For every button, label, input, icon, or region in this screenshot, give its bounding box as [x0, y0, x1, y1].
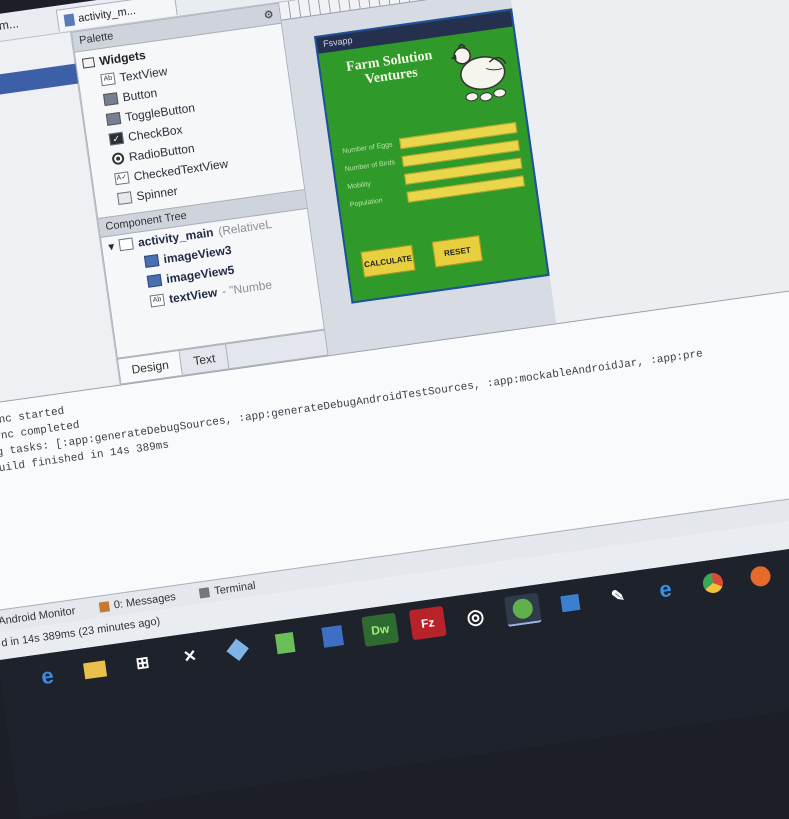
palette-title: Palette [78, 30, 115, 47]
android-studio-icon[interactable] [503, 592, 542, 627]
checkbox-icon: ✓ [108, 131, 125, 146]
dreamweaver-icon[interactable]: Dw [361, 612, 400, 647]
tools-icon[interactable]: ✕ [171, 639, 209, 673]
palette-item-label: Spinner [135, 183, 179, 204]
firefox-icon[interactable] [742, 559, 780, 593]
expand-arrow-icon[interactable]: ▾ [107, 239, 115, 254]
cube-icon[interactable] [219, 633, 257, 667]
button-icon [103, 92, 119, 107]
folder-icon [81, 57, 96, 69]
palette-item-label: Button [121, 85, 159, 105]
radiobutton-icon [111, 151, 125, 166]
screen-photo: Drivia - Farm... activity_m... Palette ⚙… [0, 0, 789, 819]
field-label: Population [349, 196, 384, 209]
textview-icon: Ab [100, 72, 116, 87]
android-studio-window: Drivia - Farm... activity_m... Palette ⚙… [0, 0, 789, 661]
terminal-icon [198, 586, 211, 599]
file-tab-label: activity_m... [77, 4, 137, 25]
app-icon[interactable] [314, 619, 352, 653]
image-icon [143, 254, 160, 268]
layout-icon [118, 237, 134, 252]
phone-preview[interactable]: Fsvapp Farm Solution Ventures Number of … [314, 8, 550, 304]
filezilla-icon[interactable]: Fz [408, 605, 447, 641]
target-icon[interactable]: ◎ [456, 599, 494, 633]
edge-icon[interactable]: e [29, 659, 67, 693]
field-label: Number of Birds [344, 158, 396, 173]
file-explorer-icon[interactable] [76, 653, 114, 687]
messages-icon [98, 600, 110, 613]
app-title: Farm Solution Ventures [345, 48, 434, 88]
field-label: Mobility [346, 180, 372, 191]
image-icon [146, 273, 163, 288]
tool-window-label: Terminal [213, 579, 257, 597]
togglebutton-icon [105, 111, 122, 126]
chrome-icon[interactable] [694, 566, 732, 600]
calculate-button[interactable]: CALCULATE [360, 244, 416, 278]
canvas-blank-area [509, 0, 789, 324]
checkedtextview-icon: A✓ [114, 171, 130, 186]
notepad-icon[interactable] [266, 626, 304, 660]
media-icon[interactable] [551, 586, 589, 620]
reset-button[interactable]: RESET [431, 235, 483, 268]
spinner-icon [116, 191, 133, 206]
tree-item-sub: - "Numbe [221, 277, 273, 299]
paint-icon[interactable]: ✎ [599, 579, 637, 613]
tree-item-label: textView [168, 285, 219, 306]
chicken-icon [450, 43, 507, 102]
edge-icon[interactable]: e [647, 572, 685, 606]
textview-icon: Ab [149, 293, 166, 308]
store-icon[interactable]: ⊞ [124, 646, 162, 680]
settings-gear-icon[interactable]: ⚙ [263, 8, 274, 22]
window-title: Drivia - Farm... [0, 16, 20, 41]
layout-file-icon [63, 12, 76, 27]
field-label: Number of Eggs [341, 140, 393, 155]
